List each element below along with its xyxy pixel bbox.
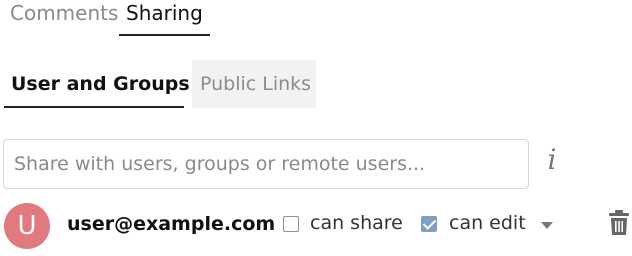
top-tab-bar: Comments Sharing (0, 0, 632, 38)
shared-user-name: user@example.com (67, 213, 276, 235)
tab-sharing[interactable]: Sharing (126, 0, 203, 36)
share-with-input[interactable] (3, 139, 529, 189)
can-share-checkbox[interactable] (283, 216, 299, 232)
active-tab-underline (119, 34, 210, 36)
tab-comments[interactable]: Comments (10, 0, 118, 36)
can-edit-label[interactable]: can edit (449, 212, 526, 234)
can-share-label[interactable]: can share (310, 212, 403, 234)
avatar: U (4, 203, 50, 249)
can-edit-checkbox[interactable] (421, 216, 437, 232)
tab-public-links[interactable]: Public Links (192, 60, 316, 108)
caret-down-icon[interactable] (541, 222, 553, 229)
trash-icon[interactable] (608, 210, 630, 236)
info-icon[interactable]: i (540, 142, 564, 178)
sharing-subtab-bar: User and Groups Public Links (0, 60, 632, 110)
share-entry: U user@example.com can share can edit (0, 200, 632, 252)
tab-user-and-groups[interactable]: User and Groups (4, 60, 190, 108)
